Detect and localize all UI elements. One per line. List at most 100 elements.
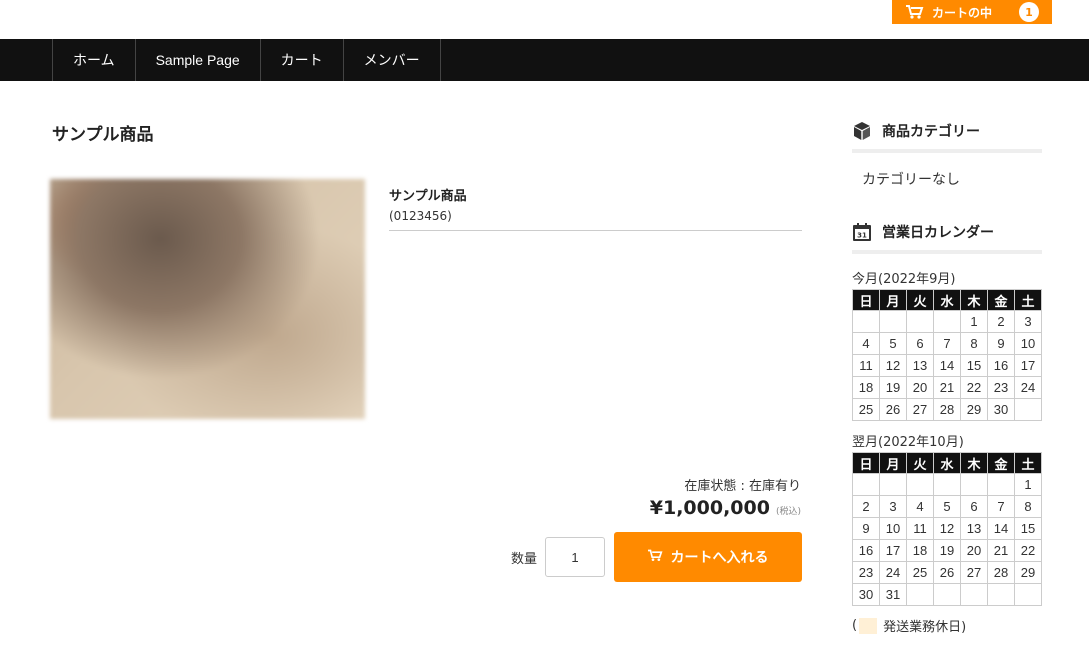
weekday-header: 土: [1014, 452, 1042, 474]
calendar-day: [906, 473, 934, 496]
calendar-week-row: 4 5 6 7 8 9 10: [852, 332, 1042, 355]
calendar-day: 28: [933, 398, 961, 421]
calendar-day: 19: [933, 539, 961, 562]
calendar-day: 10: [879, 517, 907, 540]
calendar-day: 3: [879, 495, 907, 518]
calendar-day: 29: [960, 398, 988, 421]
calendar-day: 27: [906, 398, 934, 421]
calendar-day: 11: [906, 517, 934, 540]
calendar-day: 7: [987, 495, 1015, 518]
top-bar: カートの中 1: [0, 0, 1089, 39]
calendar-week-row: 23 24 25 26 27 28 29: [852, 561, 1042, 584]
weekday-header: 水: [933, 289, 961, 311]
calendar-day: 30: [987, 398, 1015, 421]
main-nav: ホーム Sample Page カート メンバー: [0, 39, 1089, 81]
price-row: ¥1,000,000 (税込): [650, 497, 801, 519]
quantity-label: 数量: [511, 552, 538, 567]
category-widget-title: 商品カテゴリー: [882, 124, 980, 140]
calendar-day: 24: [1014, 376, 1042, 399]
product-image[interactable]: [50, 179, 365, 419]
weekday-header: 月: [879, 289, 907, 311]
calendar-caption: 翌月(2022年10月): [852, 435, 964, 450]
calendar-day: 24: [879, 561, 907, 584]
product-info: サンプル商品 (0123456): [389, 185, 802, 231]
calendar-container: 今月(2022年9月) 日月火水木金土 1 2 3 4 5 6 7 8 9 10 11 12 13 14 15 1…: [852, 268, 1042, 606]
calendar-day: 3: [1014, 310, 1042, 333]
calendar-day: [906, 583, 934, 606]
weekday-header: 木: [960, 289, 988, 311]
month-calendar: 翌月(2022年10月) 日月火水木金土 1 2 3 4 5 6 7 8 9 10 11 12 13 14 15…: [852, 431, 1042, 606]
calendar-day: 17: [879, 539, 907, 562]
calendar-day: 25: [852, 398, 880, 421]
calendar-day: 14: [987, 517, 1015, 540]
calendar-day: 18: [852, 376, 880, 399]
cart-icon: [906, 5, 924, 19]
cart-button[interactable]: カートの中 1: [892, 0, 1052, 24]
calendar-week-row: 123: [852, 310, 1042, 333]
page-title: サンプル商品: [52, 125, 154, 145]
calendar-day: 7: [933, 332, 961, 355]
calendar-day: 1: [1014, 473, 1042, 496]
legend-open-paren: (: [852, 618, 858, 633]
nav-item-home[interactable]: ホーム: [53, 39, 136, 81]
calendar-week-row: 9 10 11 12 13 14 15: [852, 517, 1042, 540]
calendar-day: [960, 583, 988, 606]
holiday-swatch: [859, 617, 878, 634]
calendar-day: [987, 473, 1015, 496]
holiday-legend-label: 発送業務休日): [883, 620, 967, 635]
svg-text:31: 31: [857, 232, 867, 240]
weekday-header: 火: [906, 289, 934, 311]
calendar-caption: 今月(2022年9月): [852, 272, 956, 287]
product-name: サンプル商品: [389, 189, 467, 204]
calendar-day: 6: [960, 495, 988, 518]
month-calendar: 今月(2022年9月) 日月火水木金土 1 2 3 4 5 6 7 8 9 10 11 12 13 14 15 1…: [852, 268, 1042, 421]
calendar-day: 13: [906, 354, 934, 377]
calendar-day: 5: [879, 332, 907, 355]
category-widget: 商品カテゴリー カテゴリーなし: [852, 121, 1042, 189]
weekday-header: 金: [987, 289, 1015, 311]
calendar-day: 2: [987, 310, 1015, 333]
calendar-day: 21: [933, 376, 961, 399]
calendar-day: 25: [906, 561, 934, 584]
calendar-day: 12: [879, 354, 907, 377]
calendar-day: 2: [852, 495, 880, 518]
calendar-day: [933, 583, 961, 606]
calendar-day: 12: [933, 517, 961, 540]
weekday-header: 金: [987, 452, 1015, 474]
nav-item-cart[interactable]: カート: [261, 39, 344, 81]
add-to-cart-button[interactable]: カートへ入れる: [614, 532, 802, 582]
nav-item-sample-page[interactable]: Sample Page: [136, 39, 261, 81]
calendar-week-row: 2345678: [852, 495, 1042, 518]
box-icon: [852, 121, 872, 141]
add-to-cart-label: カートへ入れる: [670, 549, 769, 565]
calendar-day: 8: [1014, 495, 1042, 518]
calendar-day: [987, 583, 1015, 606]
stock-status: 在庫状態 : 在庫有り: [684, 479, 801, 494]
calendar-day: 4: [852, 332, 880, 355]
calendar-day: 21: [987, 539, 1015, 562]
weekday-header: 水: [933, 452, 961, 474]
weekday-header: 土: [1014, 289, 1042, 311]
calendar-day: [879, 473, 907, 496]
calendar-day: 9: [987, 332, 1015, 355]
calendar-day: 28: [987, 561, 1015, 584]
category-widget-header: 商品カテゴリー: [852, 121, 1042, 153]
calendar-day: 27: [960, 561, 988, 584]
calendar-day: 15: [1014, 517, 1042, 540]
calendar-day: [852, 473, 880, 496]
weekday-header: 日: [852, 452, 880, 474]
calendar-day: [852, 310, 880, 333]
calendar-day: 14: [933, 354, 961, 377]
weekday-header: 火: [906, 452, 934, 474]
calendar-day: [960, 473, 988, 496]
calendar-day: 22: [1014, 539, 1042, 562]
calendar-day: 30: [852, 583, 880, 606]
calendar-widget-title: 営業日カレンダー: [882, 225, 994, 241]
calendar-week-row: 30 31: [852, 583, 1042, 606]
calendar-day: 23: [987, 376, 1015, 399]
calendar-day: 23: [852, 561, 880, 584]
calendar-day: 26: [879, 398, 907, 421]
nav-item-member[interactable]: メンバー: [344, 39, 441, 81]
quantity-input[interactable]: [545, 537, 605, 577]
calendar-day: 18: [906, 539, 934, 562]
